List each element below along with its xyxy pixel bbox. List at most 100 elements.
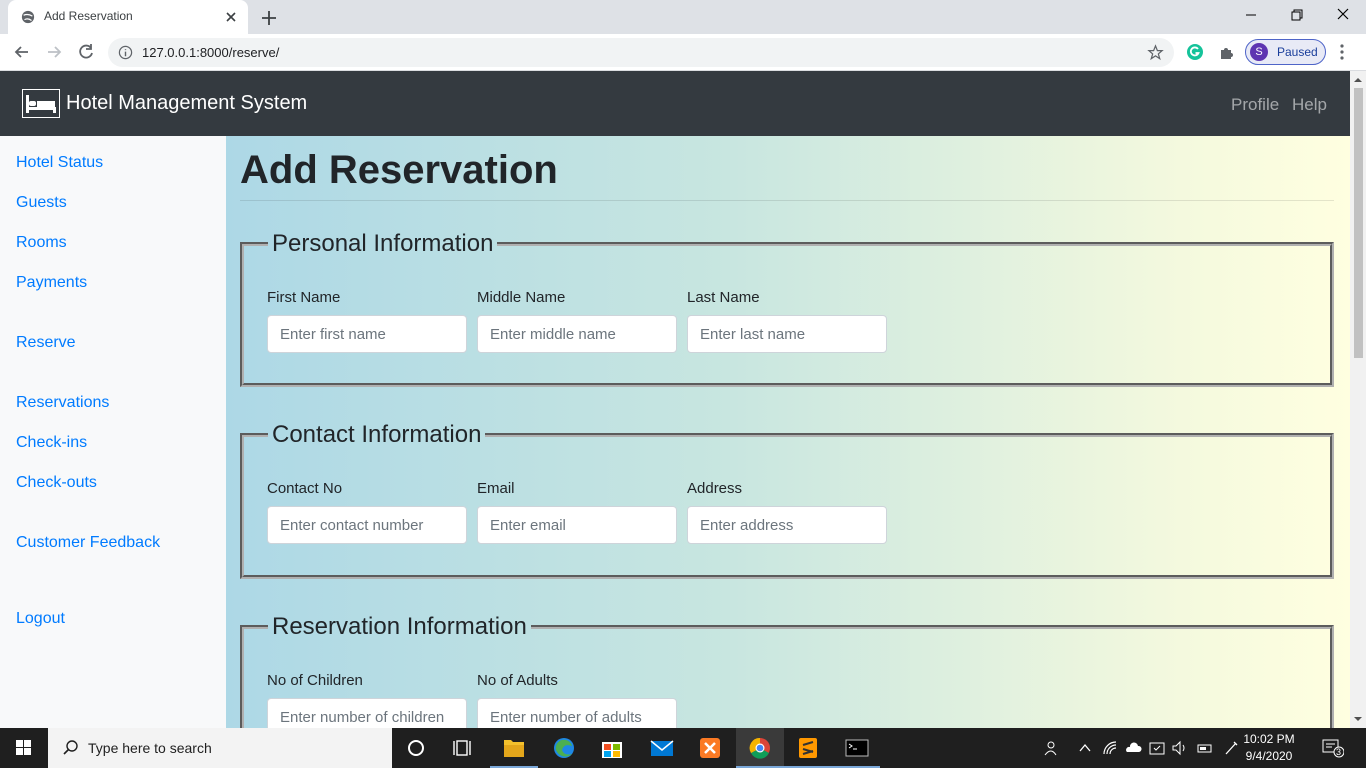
search-icon — [63, 740, 78, 755]
task-view-icon[interactable] — [440, 728, 488, 768]
notification-count: 3 — [1336, 747, 1342, 757]
sidebar: Hotel Status Guests Rooms Payments Reser… — [0, 136, 226, 728]
taskbar-clock[interactable]: 10:02 PM 9/4/2020 — [1240, 731, 1298, 765]
tab-title: Add Reservation — [44, 9, 133, 23]
email-input[interactable] — [477, 506, 677, 544]
volume-icon[interactable] — [1171, 739, 1189, 757]
sidebar-item-check-outs[interactable]: Check-outs — [16, 474, 97, 492]
pen-icon[interactable] — [1222, 739, 1240, 757]
last-name-label: Last Name — [687, 289, 760, 306]
file-explorer-app[interactable] — [490, 728, 538, 768]
section-legend: Personal Information — [272, 230, 494, 257]
xampp-icon[interactable] — [686, 728, 734, 768]
first-name-label: First Name — [267, 289, 341, 306]
profile-button[interactable]: S Paused — [1245, 39, 1326, 65]
address-bar[interactable]: 127.0.0.1:8000/reserve/ — [108, 38, 1174, 67]
battery-icon[interactable] — [1196, 739, 1214, 757]
clock-time: 10:02 PM — [1243, 732, 1295, 746]
edge-icon[interactable] — [540, 728, 588, 768]
first-name-input[interactable] — [267, 315, 467, 353]
url-text: 127.0.0.1:8000/reserve/ — [142, 45, 280, 60]
browser-toolbar: 127.0.0.1:8000/reserve/ — [0, 34, 1366, 71]
scroll-up-icon[interactable] — [1353, 75, 1363, 85]
scroll-thumb[interactable] — [1354, 88, 1363, 358]
sidebar-item-logout[interactable]: Logout — [16, 610, 65, 628]
bookmark-star-icon[interactable] — [1147, 44, 1164, 61]
chevron-up-icon[interactable] — [1076, 739, 1094, 757]
windows-taskbar: Type here to search 10:02 PM 9/4/2020 3 — [0, 728, 1366, 768]
adults-input[interactable] — [477, 698, 677, 728]
main-content: Add Reservation Personal Information Fir… — [226, 136, 1350, 728]
address-label: Address — [687, 480, 743, 497]
middle-name-label: Middle Name — [477, 289, 566, 306]
last-name-input[interactable] — [687, 315, 887, 353]
sidebar-item-reservations[interactable]: Reservations — [16, 394, 109, 412]
sidebar-item-guests[interactable]: Guests — [16, 194, 67, 212]
folder-icon — [504, 740, 524, 757]
middle-name-input[interactable] — [477, 315, 677, 353]
avatar: S — [1250, 43, 1268, 61]
scroll-down-icon[interactable] — [1353, 714, 1363, 724]
extensions-puzzle-icon[interactable] — [1218, 43, 1236, 61]
section-legend: Contact Information — [272, 421, 482, 448]
children-label: No of Children — [267, 672, 363, 689]
children-input[interactable] — [267, 698, 467, 728]
new-tab-icon[interactable] — [258, 7, 280, 29]
page-scrollbar[interactable] — [1350, 71, 1366, 728]
chrome-app[interactable] — [736, 728, 784, 768]
sidebar-item-customer-feedback[interactable]: Customer Feedback — [16, 534, 160, 552]
app-navbar: Hotel Management System Profile Help — [0, 71, 1350, 136]
sidebar-item-reserve[interactable]: Reserve — [16, 334, 76, 352]
address-input[interactable] — [687, 506, 887, 544]
globe-icon — [21, 10, 35, 24]
clock-date: 9/4/2020 — [1245, 749, 1293, 763]
restore-icon[interactable] — [1284, 4, 1310, 26]
title-divider — [240, 200, 1334, 201]
adults-label: No of Adults — [477, 672, 558, 689]
taskbar-search[interactable]: Type here to search — [48, 728, 392, 768]
browser-tabstrip: Add Reservation — [0, 0, 1366, 34]
page-title: Add Reservation — [240, 148, 558, 192]
section-legend: Reservation Information — [272, 613, 527, 640]
back-arrow-icon[interactable] — [12, 42, 32, 62]
nav-help-link[interactable]: Help — [1292, 95, 1327, 115]
reload-icon[interactable] — [76, 42, 96, 62]
browser-tab[interactable]: Add Reservation — [8, 0, 248, 34]
nav-profile-link[interactable]: Profile — [1231, 95, 1279, 115]
email-label: Email — [477, 480, 515, 497]
sidebar-item-check-ins[interactable]: Check-ins — [16, 434, 87, 452]
menu-kebab-icon[interactable] — [1336, 42, 1348, 62]
sidebar-item-rooms[interactable]: Rooms — [16, 234, 67, 252]
brand-title: Hotel Management System — [66, 92, 308, 114]
search-placeholder: Type here to search — [88, 740, 212, 756]
sidebar-item-payments[interactable]: Payments — [16, 274, 87, 292]
page-viewport: Hotel Management System Profile Help Hot… — [0, 71, 1350, 728]
chrome-icon — [749, 737, 770, 759]
contact-information-section: Contact Information Contact No Email Add… — [240, 421, 1334, 579]
sidebar-item-hotel-status[interactable]: Hotel Status — [16, 154, 103, 172]
security-icon[interactable] — [1148, 739, 1166, 757]
info-icon[interactable] — [118, 45, 133, 60]
terminal-icon — [845, 739, 869, 757]
people-icon[interactable] — [1040, 739, 1058, 757]
wifi-icon[interactable] — [1101, 739, 1119, 757]
forward-arrow-icon[interactable] — [44, 42, 64, 62]
mail-icon[interactable] — [638, 728, 686, 768]
terminal-app[interactable] — [832, 728, 880, 768]
close-window-icon[interactable] — [1330, 4, 1356, 26]
reservation-information-section: Reservation Information No of Children N… — [240, 613, 1334, 728]
windows-start-icon[interactable] — [0, 728, 48, 768]
cortana-icon[interactable] — [392, 728, 440, 768]
close-tab-icon[interactable] — [222, 8, 240, 26]
minimize-icon[interactable] — [1238, 4, 1264, 26]
store-icon[interactable] — [588, 728, 636, 768]
profile-status: Paused — [1277, 45, 1318, 59]
sublime-app[interactable] — [784, 728, 832, 768]
personal-information-section: Personal Information First Name Middle N… — [240, 230, 1334, 387]
contact-no-label: Contact No — [267, 480, 343, 497]
onedrive-cloud-icon[interactable] — [1124, 739, 1142, 757]
bed-logo-icon — [22, 89, 60, 118]
action-center-button[interactable]: 3 — [1320, 738, 1345, 758]
contact-number-input[interactable] — [267, 506, 467, 544]
grammarly-icon[interactable] — [1186, 43, 1204, 61]
